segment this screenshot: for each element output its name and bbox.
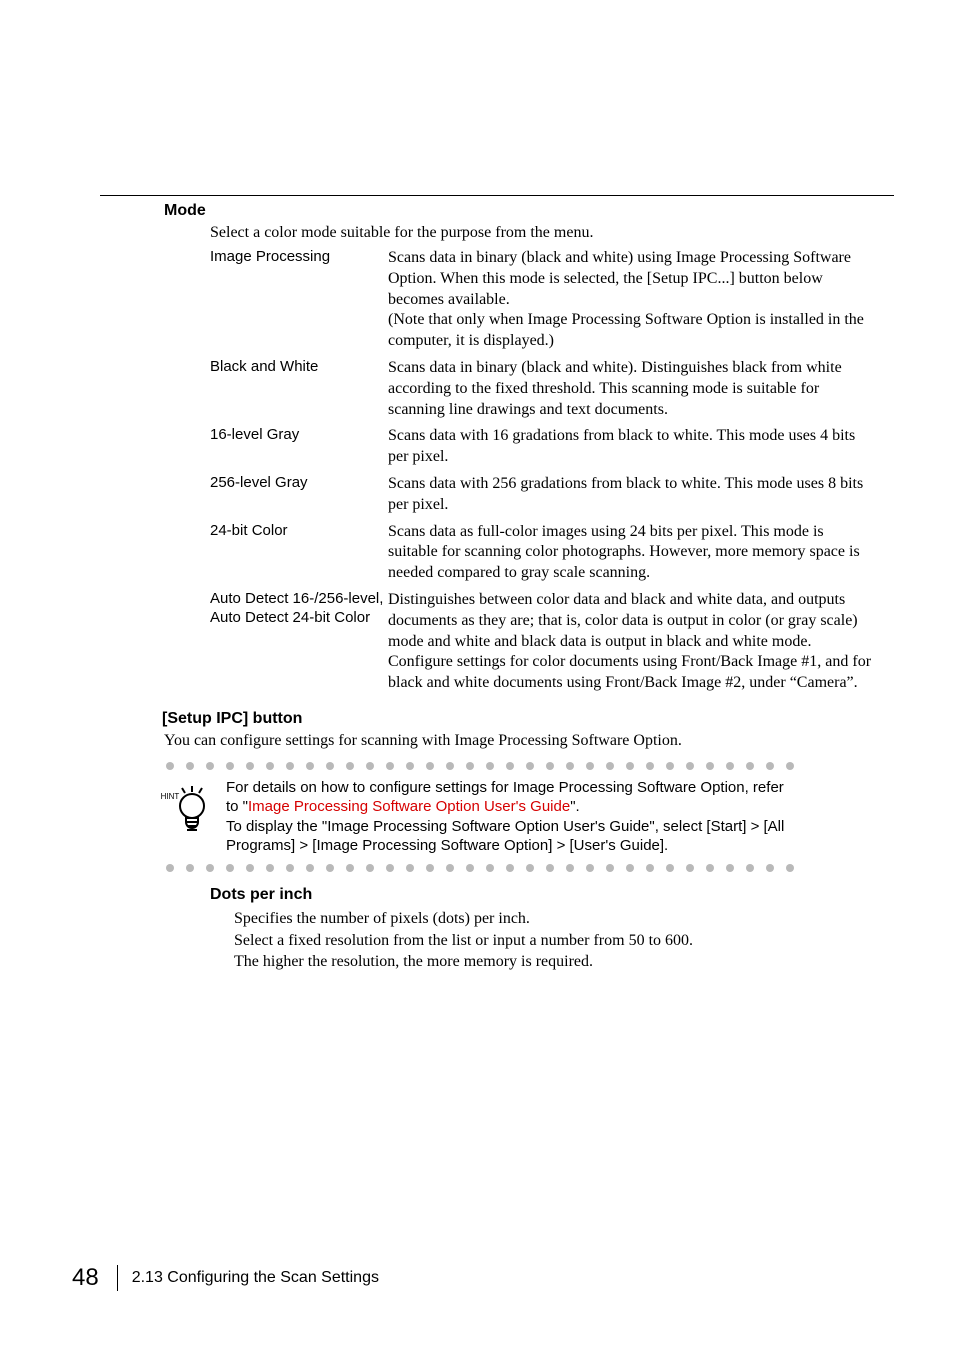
hint-dots-top [164,762,796,770]
setup-ipc-heading: [Setup IPC] button [162,710,874,728]
mode-desc: Scans data with 256 gradations from blac… [388,474,874,516]
mode-term: Black and White [210,358,388,377]
mode-desc: Scans data as full-color images using 24… [388,522,874,584]
footer-separator [117,1265,118,1291]
mode-item: 16-level Gray Scans data with 16 gradati… [210,426,874,468]
dots-per-inch-heading: Dots per inch [210,886,874,904]
mode-item: Image Processing Scans data in binary (b… [210,248,874,352]
hint-label: HINT [161,792,180,801]
mode-desc: Scans data in binary (black and white). … [388,358,874,420]
dots-per-inch-line: Select a fixed resolution from the list … [234,930,874,952]
top-horizontal-rule [100,195,894,196]
mode-term: 24-bit Color [210,522,388,541]
mode-term: Auto Detect 16-/256-level, Auto Detect 2… [210,590,388,628]
mode-desc: Distinguishes between color data and bla… [388,590,874,694]
dots-per-inch-line: Specifies the number of pixels (dots) pe… [234,908,874,930]
mode-item: 256-level Gray Scans data with 256 grada… [210,474,874,516]
mode-item: Auto Detect 16-/256-level, Auto Detect 2… [210,590,874,694]
page-footer: 48 2.13 Configuring the Scan Settings [72,1264,379,1292]
mode-heading: Mode [164,202,874,220]
dots-per-inch-section: Dots per inch Specifies the number of pi… [210,886,874,973]
hint-link[interactable]: Image Processing Software Option User's … [248,798,570,815]
mode-item: Black and White Scans data in binary (bl… [210,358,874,420]
dots-per-inch-line: The higher the resolution, the more memo… [234,951,874,973]
mode-term: 256-level Gray [210,474,388,493]
mode-intro: Select a color mode suitable for the pur… [210,224,874,242]
setup-ipc-section: [Setup IPC] button You can configure set… [164,710,874,750]
mode-desc: Scans data with 16 gradations from black… [388,426,874,468]
hint-text: For details on how to configure settings… [220,778,792,856]
hint-icon: HINT [164,778,220,845]
mode-term: 16-level Gray [210,426,388,445]
mode-term: Image Processing [210,248,388,267]
hint-dots-bottom [164,864,796,872]
setup-ipc-desc: You can configure settings for scanning … [164,732,874,750]
mode-definition-list: Image Processing Scans data in binary (b… [210,248,874,694]
hint-block: HINT For details on how to configure set… [164,762,796,872]
page-number: 48 [72,1264,117,1292]
mode-item: 24-bit Color Scans data as full-color im… [210,522,874,584]
footer-section-title: 2.13 Configuring the Scan Settings [132,1269,379,1287]
mode-desc: Scans data in binary (black and white) u… [388,248,874,352]
